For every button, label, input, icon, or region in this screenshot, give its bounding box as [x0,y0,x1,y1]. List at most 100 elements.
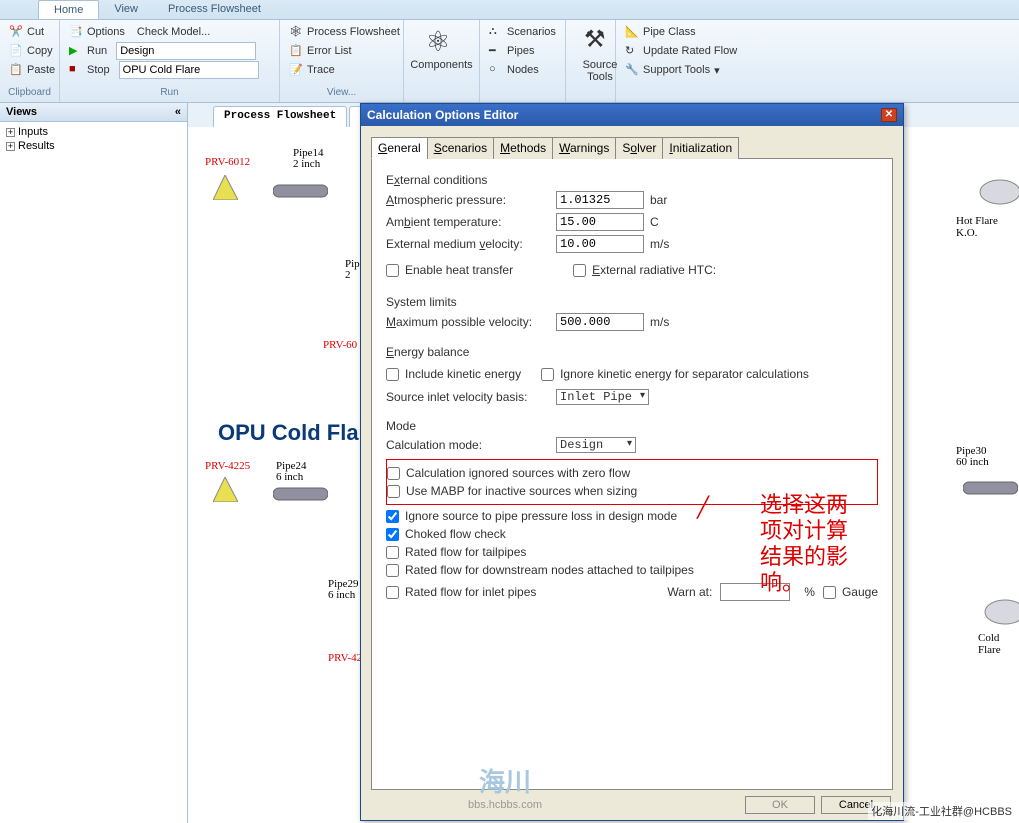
components-button[interactable]: ⚛ Components [410,23,473,73]
annotation-arrow: ╱ [697,495,709,520]
tab-methods[interactable]: Methods [493,137,553,159]
max-velocity-input[interactable] [556,313,644,331]
scenarios-icon: ⛬ [489,25,503,39]
update-rated-flow-button[interactable]: ↻Update Rated Flow [622,42,740,60]
tab-general[interactable]: General [371,137,428,159]
tab-solver[interactable]: Solver [615,137,663,159]
wrench-icon: 🔧 [625,63,639,77]
pipe-class-button[interactable]: 📐Pipe Class [622,23,740,41]
expand-icon[interactable]: + [6,128,15,137]
scenario-select[interactable] [119,61,259,79]
pipe30-icon[interactable] [963,479,1018,497]
process-flowsheet-button[interactable]: 🕸Process Flowsheet [286,23,403,41]
inlet-basis-label: Source inlet velocity basis: [386,390,556,404]
flowsheet-icon: 🕸 [289,25,303,39]
tab-initialization[interactable]: Initialization [662,137,739,159]
cold-flare-label: Cold Flare [978,632,1019,656]
trace-button[interactable]: 📝Trace [286,61,403,79]
ignore-ke-sep-check[interactable]: Ignore kinetic energy for separator calc… [541,367,809,381]
ribbon-tab-strip: Home View Process Flowsheet [0,0,1019,20]
run-group-label: Run [66,86,273,99]
pipe-class-icon: 📐 [625,25,639,39]
paste-icon: 📋 [9,63,23,77]
watermark: 海川bbs.hcbbs.com [468,762,542,811]
options-icon: 📑 [69,25,83,39]
prv-4225-label: PRV-4225 [205,460,250,472]
ext-velocity-input[interactable] [556,235,644,253]
options-button[interactable]: 📑Options [66,23,128,41]
support-tools-button[interactable]: 🔧Support Tools▾ [622,61,740,79]
fs-tab-process[interactable]: Process Flowsheet [213,106,347,127]
source-tools-icon: ⚒ [584,25,616,57]
copy-button[interactable]: 📄Copy [6,42,58,60]
max-velocity-label: Maximum possible velocity: [386,315,556,329]
canvas-title: OPU Cold Flare [218,420,379,446]
inlet-basis-select[interactable]: Inlet Pipe [556,389,649,405]
paste-button[interactable]: 📋Paste [6,61,58,79]
dialog-tabs: General Scenarios Methods Warnings Solve… [371,136,893,159]
run-button[interactable]: ▶Run [66,42,110,60]
heat-transfer-check[interactable]: Enable heat transfer [386,263,513,277]
tree-item-results[interactable]: +Results [3,139,184,153]
error-icon: 📋 [289,44,303,58]
ribbon-tab-process-flowsheet[interactable]: Process Flowsheet [153,0,276,19]
ambient-temp-input[interactable] [556,213,644,231]
check-model-button[interactable]: Check Model... [134,23,213,41]
atm-pressure-unit: bar [650,193,667,207]
close-icon[interactable]: ✕ [881,108,897,122]
mode-select[interactable] [116,42,256,60]
ok-button[interactable]: OK [745,796,815,814]
ambient-temp-label: Ambient temperature: [386,215,556,229]
group-external-conditions: External conditions [386,173,878,187]
ambient-temp-unit: C [650,215,659,229]
cold-flare-vessel-icon[interactable] [983,597,1019,627]
copy-icon: 📄 [9,44,23,58]
error-list-button[interactable]: 📋Error List [286,42,403,60]
hot-flare-label: Hot Flare K.O. [956,215,1019,239]
prv-6012-icon[interactable] [213,175,238,200]
cut-button[interactable]: ✂️Cut [6,23,58,41]
prv-4225-icon[interactable] [213,477,238,502]
tab-warnings[interactable]: Warnings [552,137,616,159]
ribbon-tab-view[interactable]: View [99,0,153,19]
components-icon: ⚛ [426,25,458,57]
pipe24-icon[interactable] [273,485,328,503]
atm-pressure-label: Atmospheric pressure: [386,193,556,207]
rated-flow-inlet-check[interactable]: Rated flow for inlet pipes [386,585,536,599]
atm-pressure-input[interactable] [556,191,644,209]
pipe29-size: 6 inch [328,589,355,601]
chevron-down-icon: ▾ [714,64,720,77]
dialog-title: Calculation Options Editor [367,104,518,126]
hot-flare-vessel-icon[interactable] [978,177,1019,207]
ext-velocity-unit: m/s [650,237,669,251]
collapse-icon[interactable]: « [175,106,181,118]
refresh-icon: ↻ [625,44,639,58]
pipe30-size: 60 inch [956,456,989,468]
calc-mode-select[interactable]: Design [556,437,636,453]
scenarios-button[interactable]: ⛬Scenarios [486,23,559,41]
annotation-text: 选择这两项对计算结果的影响。 [760,492,848,596]
nodes-button[interactable]: ○Nodes [486,61,559,79]
play-icon: ▶ [69,44,83,58]
calc-mode-label: Calculation mode: [386,438,556,452]
expand-icon[interactable]: + [6,142,15,151]
include-ke-check[interactable]: Include kinetic energy [386,367,521,381]
tree-item-inputs[interactable]: +Inputs [3,125,184,139]
prv-6012-label: PRV-6012 [205,156,250,168]
ribbon: ✂️Cut 📄Copy 📋Paste Clipboard 📑Options Ch… [0,20,1019,103]
ext-htc-check[interactable]: External radiative HTC: [573,263,716,277]
ignored-sources-check[interactable]: Calculation ignored sources with zero fl… [387,466,871,480]
calculation-options-dialog: Calculation Options Editor ✕ General Sce… [360,103,904,821]
group-mode: Mode [386,419,878,433]
pipe3-2: 2 [345,269,351,281]
stop-button[interactable]: ■Stop [66,61,113,79]
views-title: Views [6,106,37,118]
tab-scenarios[interactable]: Scenarios [427,137,494,159]
view-group-label: View... [286,86,397,99]
prv-60-label: PRV-60 [323,339,357,351]
prv-42-label: PRV-42 [328,652,362,664]
ribbon-tab-home[interactable]: Home [38,0,99,19]
pipes-button[interactable]: ━Pipes [486,42,559,60]
group-system-limits: System limits [386,295,878,309]
pipe14-icon[interactable] [273,182,328,200]
